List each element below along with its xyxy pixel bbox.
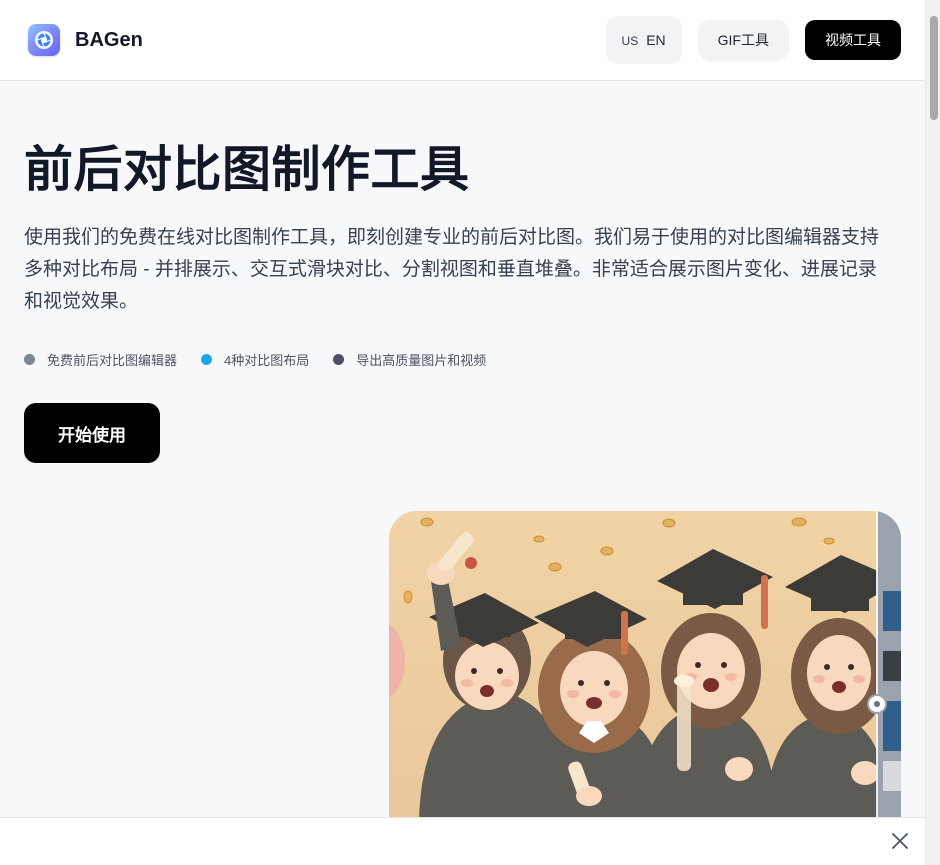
gif-tool-button[interactable]: GIF工具 — [697, 19, 789, 61]
feature-item: 免费前后对比图编辑器 — [24, 350, 177, 369]
page-scrollbar[interactable] — [925, 0, 940, 865]
video-tool-button[interactable]: 视频工具 — [805, 20, 901, 60]
brand[interactable]: BAGen — [28, 24, 143, 56]
feature-label: 导出高质量图片和视频 — [356, 353, 487, 368]
feature-item: 导出高质量图片和视频 — [333, 350, 486, 369]
close-icon[interactable] — [889, 830, 911, 852]
language-switcher[interactable]: US EN — [605, 16, 682, 64]
brand-name: BAGen — [75, 28, 143, 51]
comparison-divider[interactable] — [876, 511, 878, 817]
bullet-dot-icon — [201, 354, 213, 365]
feature-list: 免费前后对比图编辑器 4种对比图布局 导出高质量图片和视频 — [24, 350, 486, 369]
app-logo-icon — [28, 24, 60, 56]
us-flag-icon: US — [621, 34, 639, 48]
feature-label: 免费前后对比图编辑器 — [47, 353, 178, 368]
page: BAGen US EN GIF工具 视频工具 前后对比图制作工具 使用我们的免费… — [0, 0, 940, 865]
language-label: EN — [646, 32, 666, 48]
graduation-illustration — [389, 511, 901, 821]
bullet-dot-icon — [24, 354, 35, 365]
feature-item: 4种对比图布局 — [201, 350, 309, 369]
hero-description: 使用我们的免费在线对比图制作工具，即刻创建专业的前后对比图。我们易于使用的对比图… — [24, 227, 880, 312]
page-title: 前后对比图制作工具 — [24, 143, 470, 197]
top-nav: BAGen US EN GIF工具 视频工具 — [0, 0, 925, 81]
get-started-button[interactable]: 开始使用 — [24, 403, 160, 463]
scrollbar-thumb[interactable] — [930, 16, 938, 120]
slider-handle-icon[interactable] — [867, 694, 887, 714]
bullet-dot-icon — [333, 354, 345, 365]
bottom-banner — [0, 817, 925, 865]
comparison-preview[interactable] — [389, 511, 901, 821]
nav-actions: US EN GIF工具 视频工具 — [605, 16, 901, 64]
feature-label: 4种对比图布局 — [224, 353, 310, 368]
